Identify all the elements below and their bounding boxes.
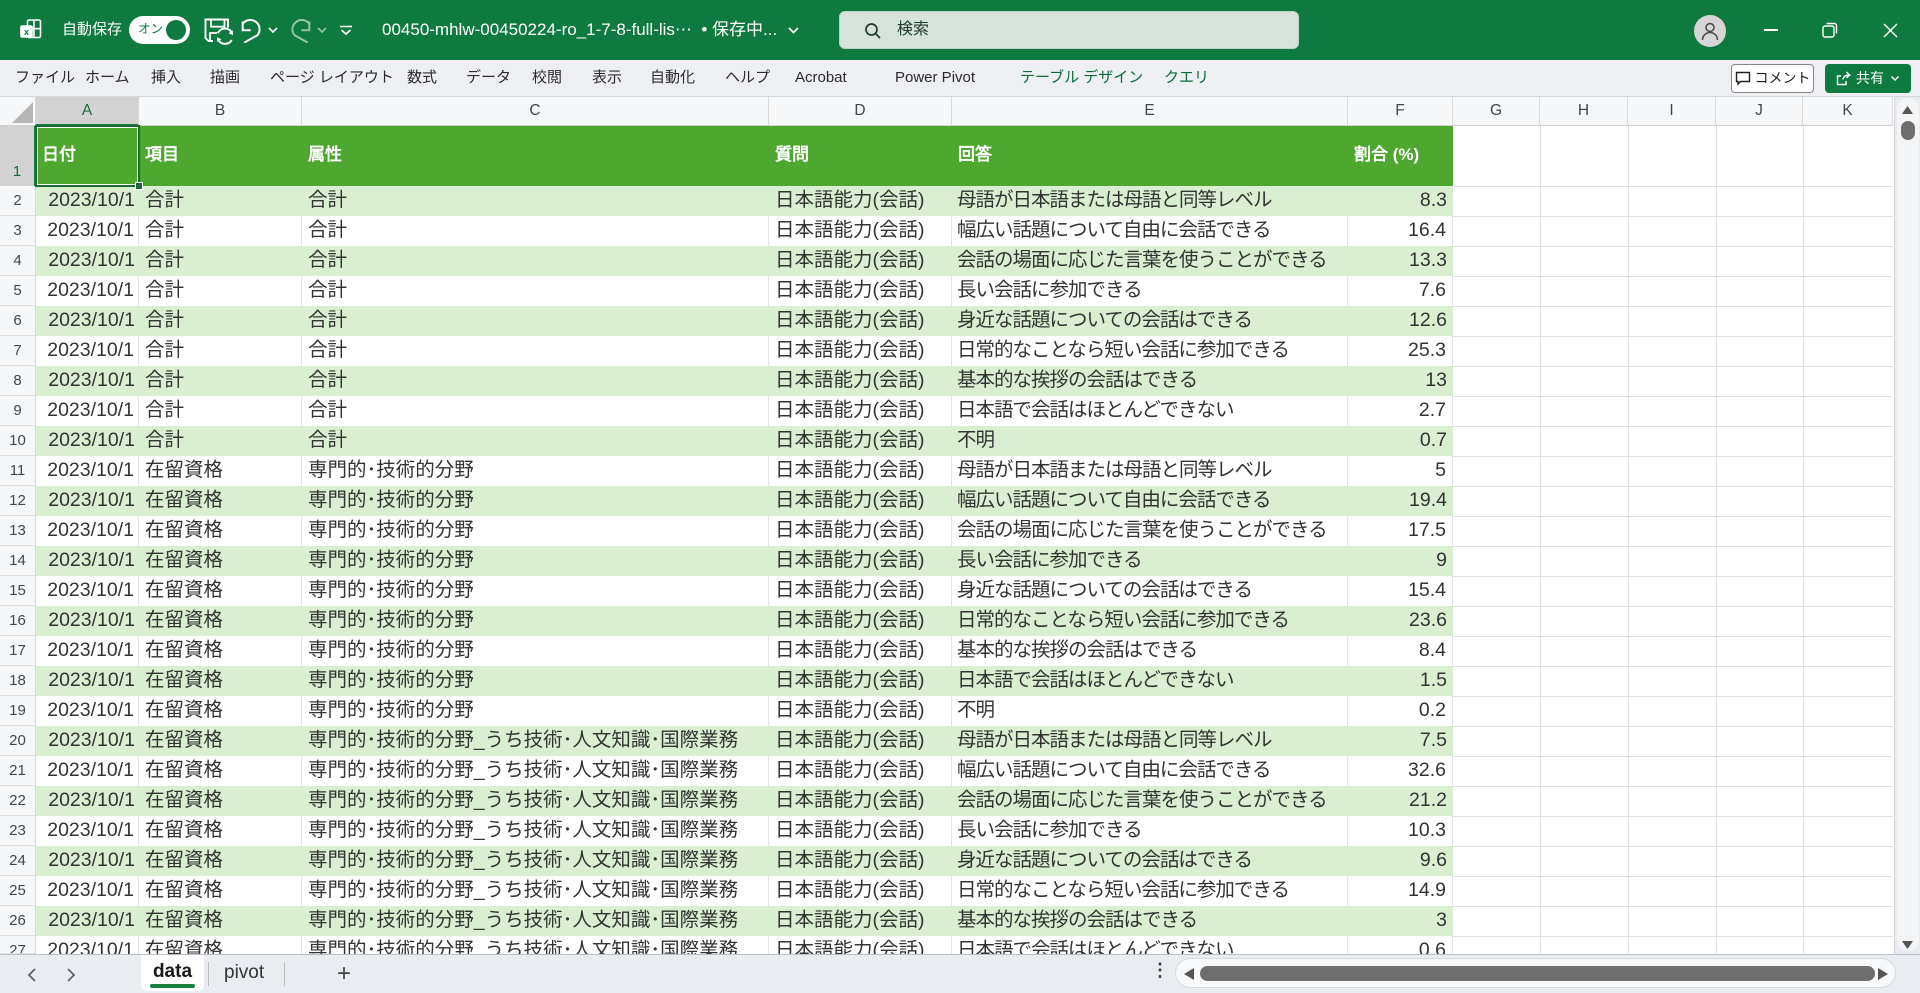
svg-text:x: x	[24, 27, 29, 37]
